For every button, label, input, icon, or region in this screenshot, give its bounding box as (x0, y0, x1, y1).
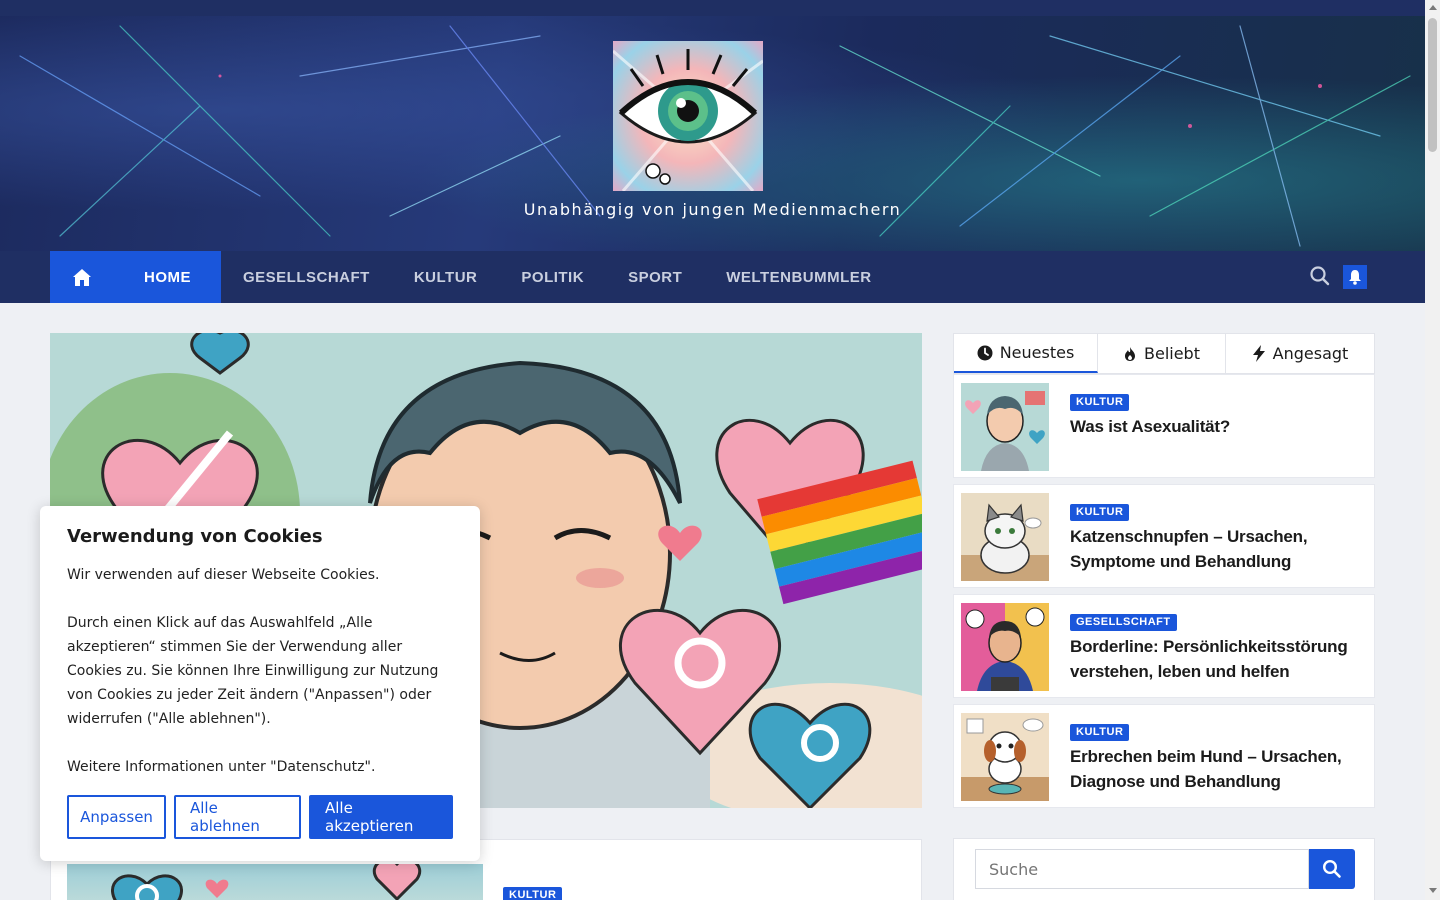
tab-beliebt[interactable]: Beliebt (1098, 334, 1226, 373)
category-badge[interactable]: KULTUR (1070, 504, 1130, 521)
scroll-down-arrow-icon[interactable] (1429, 888, 1437, 893)
eye-logo-icon (613, 49, 763, 191)
site-header: Unabhängig von jungen Medienmachern (0, 16, 1425, 251)
post-card-category[interactable]: KULTUR (503, 883, 563, 900)
notification-button[interactable] (1343, 265, 1367, 289)
sidebar-post[interactable]: KULTUR Katzenschnupfen – Ursachen, Sympt… (953, 484, 1375, 588)
clock-icon (977, 345, 993, 360)
category-badge[interactable]: KULTUR (503, 887, 563, 900)
cookie-dialog-buttons: Anpassen Alle ablehnen Alle akzeptieren (67, 795, 453, 839)
site-logo[interactable] (613, 41, 763, 191)
post-card-thumbnail[interactable] (67, 864, 483, 900)
sidebar-post-image (961, 493, 1049, 581)
sidebar-post-category[interactable]: GESELLSCHAFT (1070, 610, 1177, 631)
sidebar-post-category[interactable]: KULTUR (1070, 500, 1130, 521)
nav-item-gesellschaft[interactable]: GESELLSCHAFT (221, 251, 392, 303)
search-icon (1322, 859, 1341, 878)
sidebar-post-title[interactable]: Borderline: Persönlichkeitsstörung verst… (1070, 634, 1360, 684)
scroll-up-arrow-icon[interactable] (1429, 5, 1437, 10)
nav-search-button[interactable] (1309, 265, 1331, 287)
sidebar-post-image (961, 383, 1049, 471)
sidebar-post[interactable]: GESELLSCHAFT Borderline: Persönlichkeits… (953, 594, 1375, 698)
post-card-illustration (111, 864, 421, 900)
bolt-icon (1252, 345, 1265, 362)
tab-label: Neuestes (999, 343, 1075, 362)
nav-home-button[interactable] (50, 251, 114, 303)
sidebar-post-title[interactable]: Katzenschnupfen – Ursachen, Symptome und… (1070, 524, 1360, 574)
cookie-dialog-text: Wir verwenden auf dieser Webseite Cookie… (67, 567, 439, 775)
nav-item-politik[interactable]: POLITIK (499, 251, 606, 303)
bell-icon (1349, 270, 1361, 285)
sidebar-post-thumbnail[interactable] (961, 603, 1049, 691)
search-input[interactable] (975, 849, 1309, 889)
nav-item-weltenbummler[interactable]: WELTENBUMMLER (704, 251, 893, 303)
sidebar-post-image (961, 713, 1049, 801)
sidebar-post-thumbnail[interactable] (961, 493, 1049, 581)
cookie-accept-all-button[interactable]: Alle akzeptieren (309, 795, 453, 839)
sidebar-post-image (961, 603, 1049, 691)
cookie-reject-all-button[interactable]: Alle ablehnen (174, 795, 301, 839)
tab-neuestes[interactable]: Neuestes (954, 334, 1098, 373)
cookie-consent-dialog: Verwendung von Cookies Wir verwenden auf… (40, 506, 480, 861)
cookie-customize-button[interactable]: Anpassen (67, 795, 166, 839)
site-tagline: Unabhängig von jungen Medienmachern (523, 200, 902, 219)
page-scrollbar[interactable] (1425, 0, 1440, 900)
sidebar-post-category[interactable]: KULTUR (1070, 390, 1130, 411)
category-badge[interactable]: KULTUR (1070, 394, 1130, 411)
fire-icon (1125, 346, 1135, 361)
category-badge[interactable]: KULTUR (1070, 724, 1130, 741)
nav-item-kultur[interactable]: KULTUR (392, 251, 500, 303)
search-icon (1310, 266, 1330, 286)
sidebar-post-category[interactable]: KULTUR (1070, 720, 1130, 741)
search-submit-button[interactable] (1309, 849, 1355, 889)
sidebar-tabs: Neuestes Beliebt Angesagt (953, 333, 1375, 374)
sidebar-post[interactable]: KULTUR Erbrechen beim Hund – Ursachen, D… (953, 704, 1375, 808)
top-strip (0, 0, 1425, 16)
category-badge[interactable]: GESELLSCHAFT (1070, 614, 1177, 631)
tab-label: Angesagt (1272, 344, 1349, 363)
nav-item-home[interactable]: HOME (114, 251, 221, 303)
nav-item-sport[interactable]: SPORT (606, 251, 704, 303)
scrollbar-thumb[interactable] (1428, 18, 1437, 152)
sidebar-post-thumbnail[interactable] (961, 383, 1049, 471)
sidebar-search-widget (953, 838, 1375, 900)
sidebar-post[interactable]: KULTUR Was ist Asexualität? (953, 374, 1375, 478)
sidebar-post-title[interactable]: Erbrechen beim Hund – Ursachen, Diagnose… (1070, 744, 1360, 794)
sidebar-post-title[interactable]: Was ist Asexualität? (1070, 414, 1360, 439)
main-navigation: HOME GESELLSCHAFT KULTUR POLITIK SPORT W… (0, 251, 1425, 303)
sidebar-post-thumbnail[interactable] (961, 713, 1049, 801)
cookie-dialog-title: Verwendung von Cookies (67, 526, 323, 547)
nav-menu: HOME GESELLSCHAFT KULTUR POLITIK SPORT W… (50, 251, 894, 303)
tab-label: Beliebt (1144, 344, 1200, 363)
tab-angesagt[interactable]: Angesagt (1226, 334, 1374, 373)
home-icon (73, 268, 91, 286)
